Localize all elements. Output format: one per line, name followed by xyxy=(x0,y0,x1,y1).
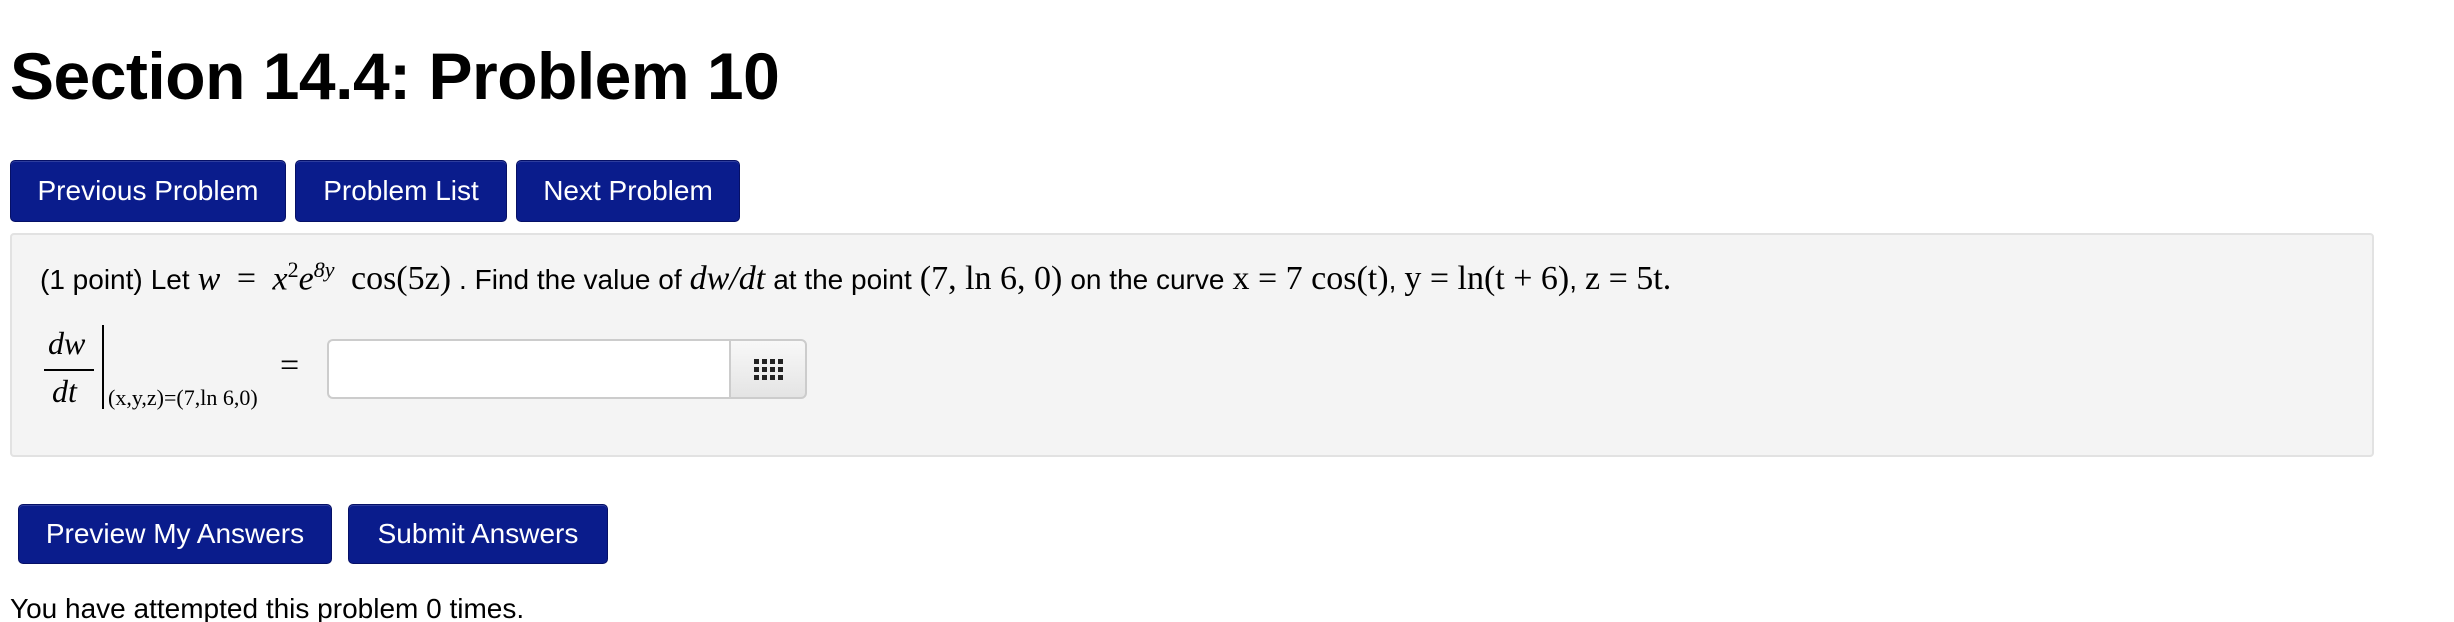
preview-answers-button[interactable]: Preview My Answers xyxy=(18,504,332,564)
derivative-inline: dw/dt xyxy=(689,260,766,298)
function-definition: w = x2e8y cos(5z) xyxy=(197,257,452,298)
grid-icon xyxy=(753,358,783,380)
fraction-numerator: dw xyxy=(48,325,86,361)
curve-y-equation: y = ln(t + 6) xyxy=(1404,260,1570,298)
equals-sign: = xyxy=(280,347,300,384)
problem-statement: (1 point) Let w = x2e8y cos(5z) . Find t… xyxy=(40,257,1672,298)
fraction-bar xyxy=(44,369,94,371)
answer-input[interactable] xyxy=(327,339,729,399)
next-problem-button[interactable]: Next Problem xyxy=(516,160,740,222)
problem-panel: (1 point) Let w = x2e8y cos(5z) . Find t… xyxy=(10,233,2374,457)
on-curve-text: on the curve xyxy=(1070,264,1225,296)
curve-x-equation: x = 7 cos(t) xyxy=(1232,260,1389,298)
previous-problem-button[interactable]: Previous Problem xyxy=(10,160,286,222)
attempts-status: You have attempted this problem 0 times. xyxy=(10,593,525,622)
point-value: (7, ln 6, 0) xyxy=(919,260,1063,298)
evaluation-bar xyxy=(102,325,104,409)
page-title: Section 14.4: Problem 10 xyxy=(10,39,780,113)
let-text: Let xyxy=(150,264,190,296)
at-point-text: at the point xyxy=(773,264,912,296)
curve-z-equation: z = 5t. xyxy=(1585,260,1672,298)
problem-list-button[interactable]: Problem List xyxy=(295,160,507,222)
evaluation-point: (x,y,z)=(7,ln 6,0) xyxy=(108,385,258,410)
derivative-expression: dw dt (x,y,z)=(7,ln 6,0) xyxy=(40,325,285,415)
page: Section 14.4: Problem 10 Previous Proble… xyxy=(0,0,2454,622)
fraction-denominator: dt xyxy=(52,373,77,409)
find-text: . Find the value of xyxy=(459,264,682,296)
equation-palette-button[interactable] xyxy=(729,339,807,399)
points-label: (1 point) xyxy=(40,264,143,296)
submit-answers-button[interactable]: Submit Answers xyxy=(348,504,608,564)
